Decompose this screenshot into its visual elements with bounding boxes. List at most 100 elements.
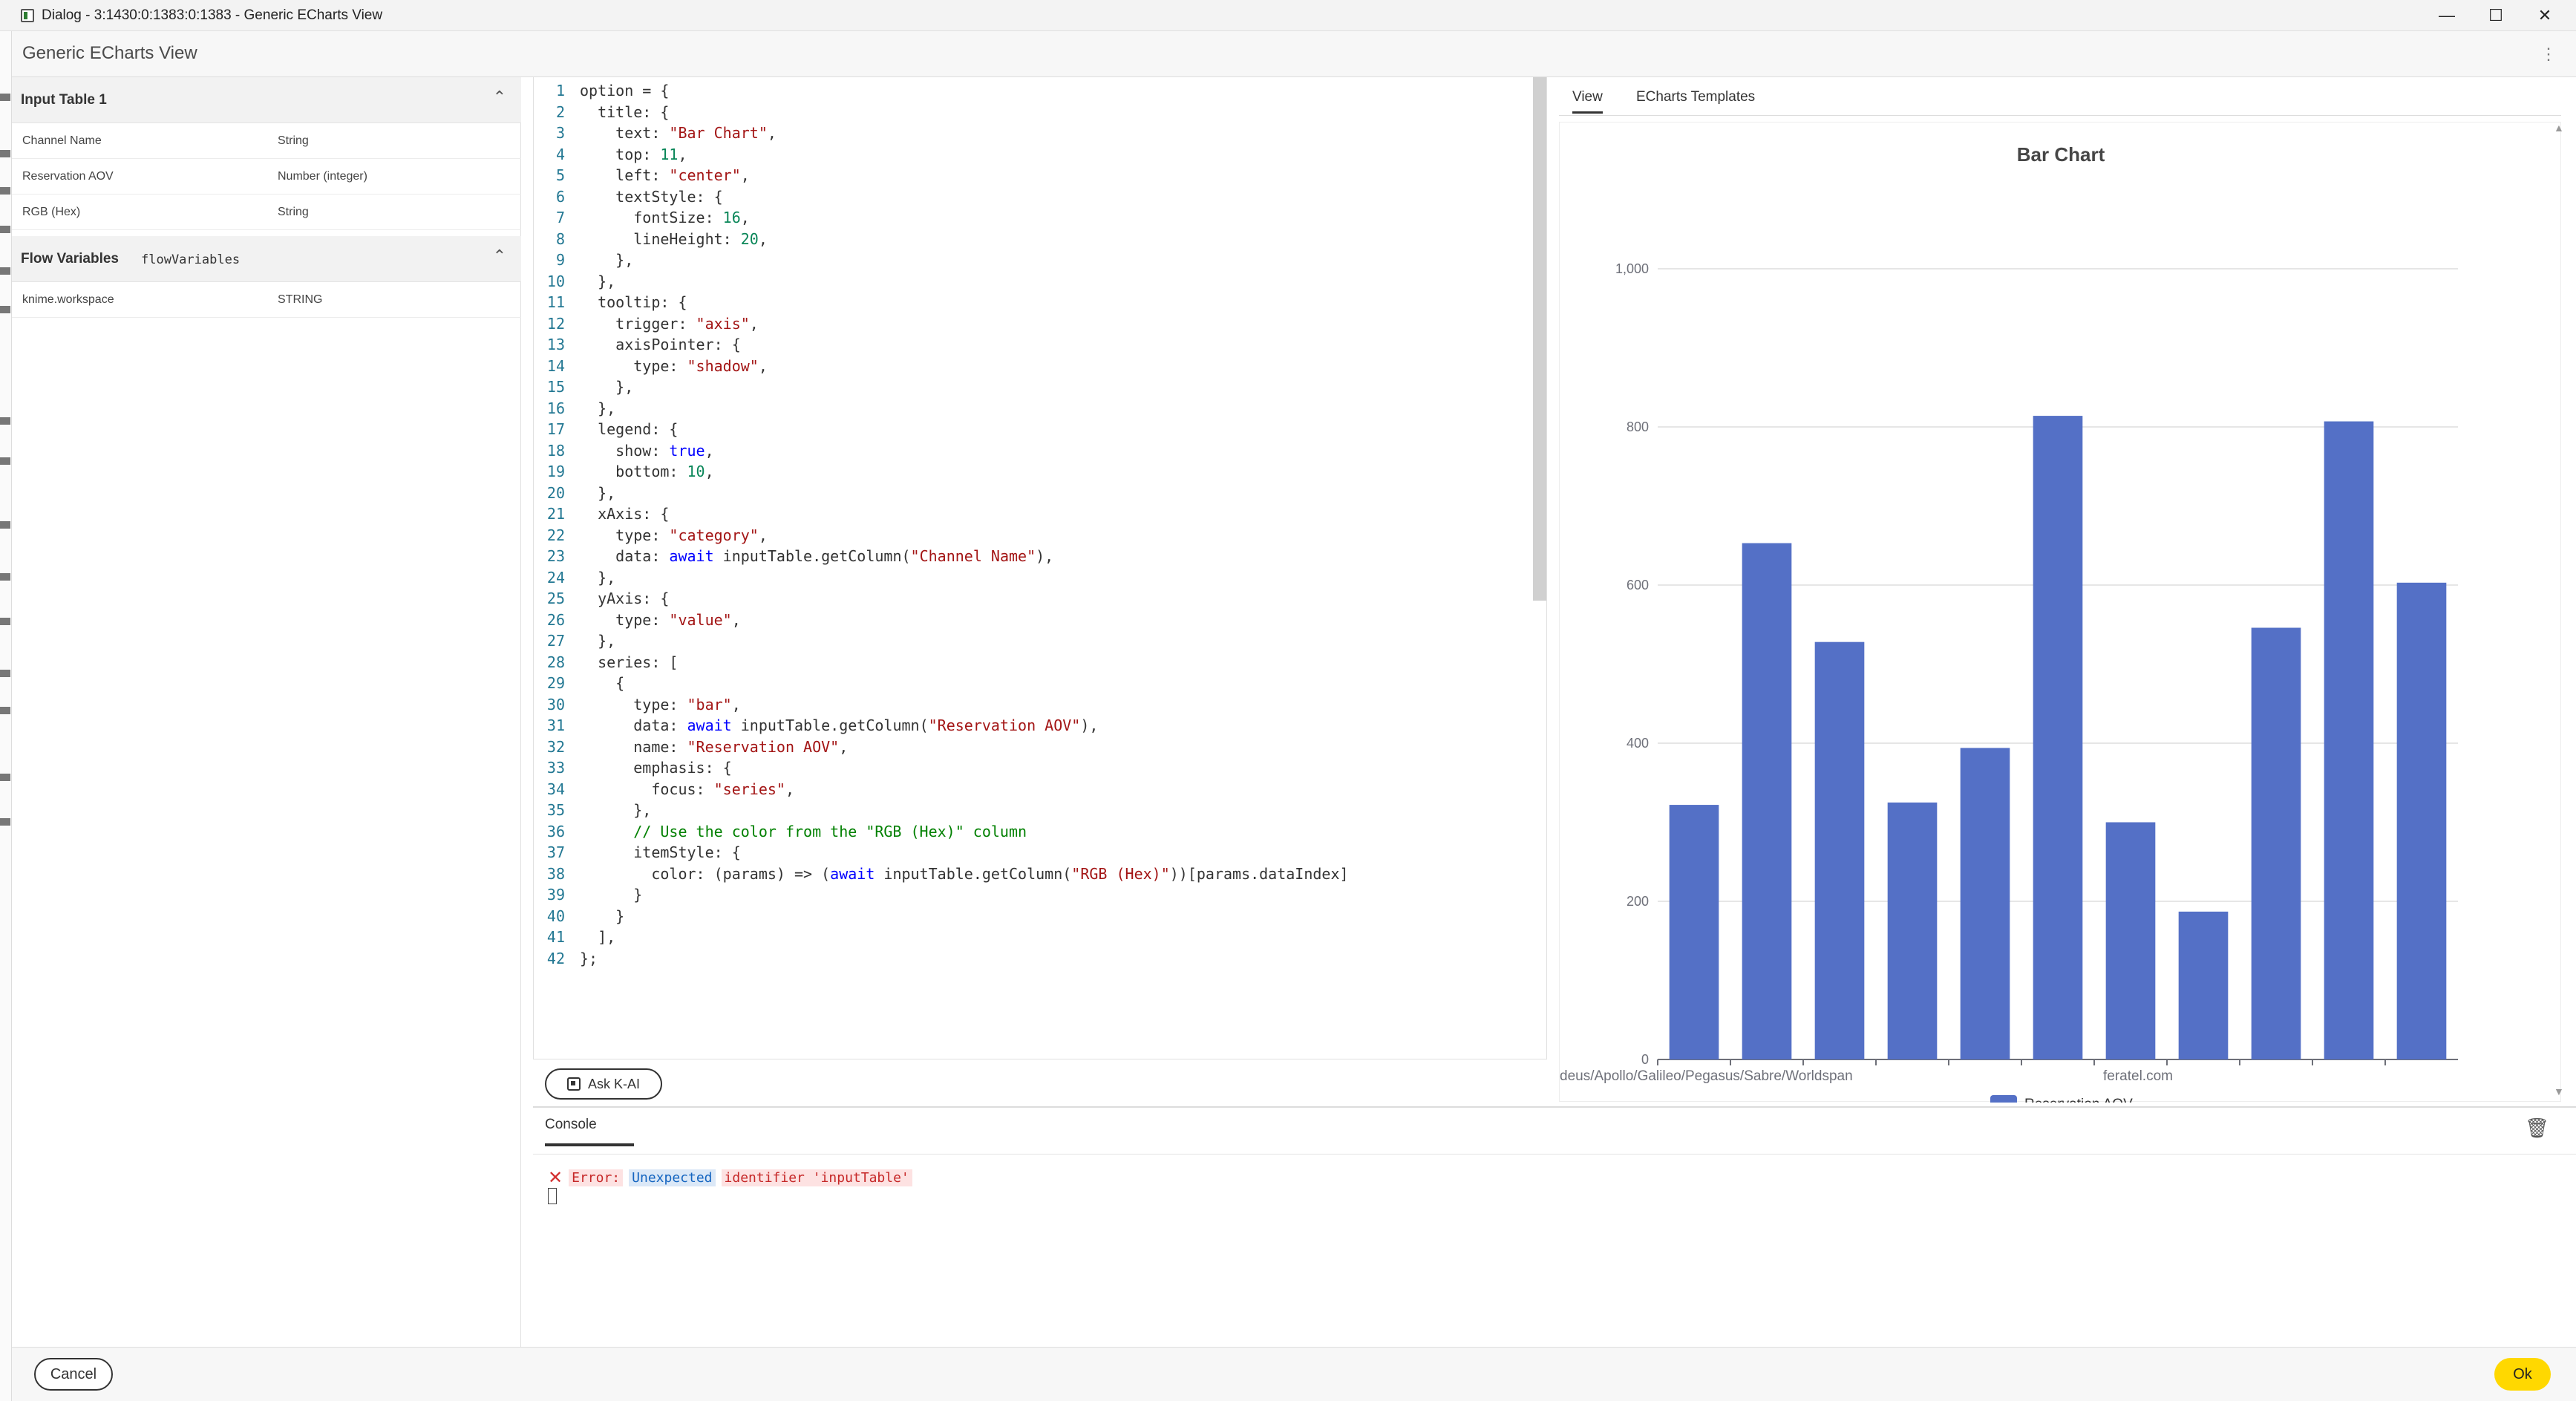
code-text[interactable]: xAxis: { xyxy=(580,503,669,524)
code-text[interactable]: axisPointer: { xyxy=(580,334,741,355)
code-line[interactable]: 30 type: "bar", xyxy=(534,694,1529,715)
code-text[interactable]: data: await inputTable.getColumn("Reserv… xyxy=(580,715,1098,736)
maximize-icon[interactable]: ☐ xyxy=(2474,3,2518,28)
code-text[interactable]: lineHeight: 20, xyxy=(580,229,768,249)
scroll-up-icon[interactable]: ▲ xyxy=(2554,122,2564,134)
chevron-up-icon[interactable]: ⌃ xyxy=(493,88,506,107)
ask-kai-button[interactable]: Ask K-AI xyxy=(545,1068,662,1100)
code-line[interactable]: 21 xAxis: { xyxy=(534,503,1529,524)
code-line[interactable]: 1 option = { xyxy=(534,80,1529,101)
code-text[interactable]: }, xyxy=(580,271,615,292)
tab-echarts-templates[interactable]: ECharts Templates xyxy=(1636,89,1755,105)
code-text[interactable]: textStyle: { xyxy=(580,186,723,207)
code-text[interactable]: series: [ xyxy=(580,652,678,673)
code-text[interactable]: }, xyxy=(580,376,633,397)
code-line[interactable]: 39 } xyxy=(534,884,1529,905)
code-text[interactable]: fontSize: 16, xyxy=(580,207,750,228)
code-line[interactable]: 16 }, xyxy=(534,398,1529,419)
code-text[interactable]: type: "bar", xyxy=(580,694,741,715)
code-editor[interactable]: 1 option = {2 title: {3 text: "Bar Chart"… xyxy=(533,77,1547,1059)
code-text[interactable]: }, xyxy=(580,630,615,651)
code-text[interactable]: tooltip: { xyxy=(580,292,687,313)
minimize-icon[interactable]: — xyxy=(2425,3,2469,28)
console-cursor[interactable] xyxy=(548,1188,557,1204)
input-table-header[interactable]: Input Table 1 ⌃ xyxy=(12,77,521,123)
code-text[interactable]: }, xyxy=(580,567,615,588)
code-text[interactable]: }, xyxy=(580,800,651,820)
code-text[interactable]: name: "Reservation AOV", xyxy=(580,737,848,757)
ok-button[interactable]: Ok xyxy=(2494,1358,2551,1391)
code-line[interactable]: 4 top: 11, xyxy=(534,144,1529,165)
preview-scrollbar[interactable]: ▲ ▼ xyxy=(2552,122,2566,1102)
code-text[interactable]: // Use the color from the "RGB (Hex)" co… xyxy=(580,821,1027,842)
code-text[interactable]: type: "value", xyxy=(580,610,741,630)
code-line[interactable]: 19 bottom: 10, xyxy=(534,461,1529,482)
code-line[interactable]: 23 data: await inputTable.getColumn("Cha… xyxy=(534,546,1529,566)
code-line[interactable]: 33 emphasis: { xyxy=(534,757,1529,778)
code-line[interactable]: 2 title: { xyxy=(534,102,1529,123)
code-line[interactable]: 42}; xyxy=(534,948,1529,969)
code-line[interactable]: 35 }, xyxy=(534,800,1529,820)
code-text[interactable]: }; xyxy=(580,948,598,969)
code-text[interactable]: bottom: 10, xyxy=(580,461,713,482)
code-lines[interactable]: 1 option = {2 title: {3 text: "Bar Chart"… xyxy=(534,77,1529,1050)
code-line[interactable]: 18 show: true, xyxy=(534,440,1529,461)
code-text[interactable]: title: { xyxy=(580,102,669,123)
code-text[interactable]: option = { xyxy=(580,80,669,101)
code-line[interactable]: 13 axisPointer: { xyxy=(534,334,1529,355)
code-text[interactable]: itemStyle: { xyxy=(580,842,741,863)
code-line[interactable]: 7 fontSize: 16, xyxy=(534,207,1529,228)
flow-variables-header[interactable]: Flow Variables flowVariables ⌃ xyxy=(12,236,521,282)
close-icon[interactable]: ✕ xyxy=(2523,3,2567,28)
code-text[interactable]: } xyxy=(580,906,624,927)
code-text[interactable]: color: (params) => (await inputTable.get… xyxy=(580,863,1348,884)
tab-console[interactable]: Console xyxy=(545,1117,634,1146)
code-line[interactable]: 27 }, xyxy=(534,630,1529,651)
code-line[interactable]: 36 // Use the color from the "RGB (Hex)"… xyxy=(534,821,1529,842)
code-line[interactable]: 8 lineHeight: 20, xyxy=(534,229,1529,249)
code-line[interactable]: 41 ], xyxy=(534,927,1529,947)
cancel-button[interactable]: Cancel xyxy=(34,1358,113,1391)
code-line[interactable]: 3 text: "Bar Chart", xyxy=(534,123,1529,143)
code-line[interactable]: 10 }, xyxy=(534,271,1529,292)
code-text[interactable]: legend: { xyxy=(580,419,678,440)
code-line[interactable]: 6 textStyle: { xyxy=(534,186,1529,207)
tab-view[interactable]: View xyxy=(1572,89,1603,114)
code-text[interactable]: }, xyxy=(580,249,633,270)
code-text[interactable]: }, xyxy=(580,398,615,419)
code-text[interactable]: }, xyxy=(580,483,615,503)
code-line[interactable]: 32 name: "Reservation AOV", xyxy=(534,737,1529,757)
scroll-down-icon[interactable]: ▼ xyxy=(2554,1085,2564,1097)
trash-icon[interactable]: 🗑 xyxy=(2525,1117,2549,1140)
code-text[interactable]: top: 11, xyxy=(580,144,687,165)
code-text[interactable]: emphasis: { xyxy=(580,757,731,778)
code-line[interactable]: 40 } xyxy=(534,906,1529,927)
code-text[interactable]: { xyxy=(580,673,624,693)
code-text[interactable]: trigger: "axis", xyxy=(580,313,759,334)
code-line[interactable]: 34 focus: "series", xyxy=(534,779,1529,800)
code-line[interactable]: 9 }, xyxy=(534,249,1529,270)
code-line[interactable]: 17 legend: { xyxy=(534,419,1529,440)
code-line[interactable]: 5 left: "center", xyxy=(534,165,1529,186)
code-text[interactable]: ], xyxy=(580,927,615,947)
code-text[interactable]: text: "Bar Chart", xyxy=(580,123,777,143)
code-line[interactable]: 37 itemStyle: { xyxy=(534,842,1529,863)
chart-area[interactable]: 0 200 400 600 800 1,000 deus/Apollo/Galileo/Pe… xyxy=(1559,122,2562,1112)
code-line[interactable]: 26 type: "value", xyxy=(534,610,1529,630)
chevron-up-icon[interactable]: ⌃ xyxy=(493,246,506,266)
editor-scrollbar[interactable] xyxy=(1533,77,1546,601)
code-line[interactable]: 14 type: "shadow", xyxy=(534,356,1529,376)
more-menu-icon[interactable]: ⋮ xyxy=(2540,45,2557,64)
code-line[interactable]: 29 { xyxy=(534,673,1529,693)
code-text[interactable]: yAxis: { xyxy=(580,588,669,609)
code-line[interactable]: 25 yAxis: { xyxy=(534,588,1529,609)
code-line[interactable]: 28 series: [ xyxy=(534,652,1529,673)
code-line[interactable]: 24 }, xyxy=(534,567,1529,588)
code-line[interactable]: 31 data: await inputTable.getColumn("Res… xyxy=(534,715,1529,736)
code-text[interactable]: show: true, xyxy=(580,440,713,461)
code-text[interactable]: } xyxy=(580,884,642,905)
bar-chart[interactable]: 0 200 400 600 800 1,000 deus/Apollo/Galileo/Pe… xyxy=(1560,123,2562,1112)
code-text[interactable]: type: "shadow", xyxy=(580,356,768,376)
code-line[interactable]: 20 }, xyxy=(534,483,1529,503)
code-text[interactable]: focus: "series", xyxy=(580,779,794,800)
